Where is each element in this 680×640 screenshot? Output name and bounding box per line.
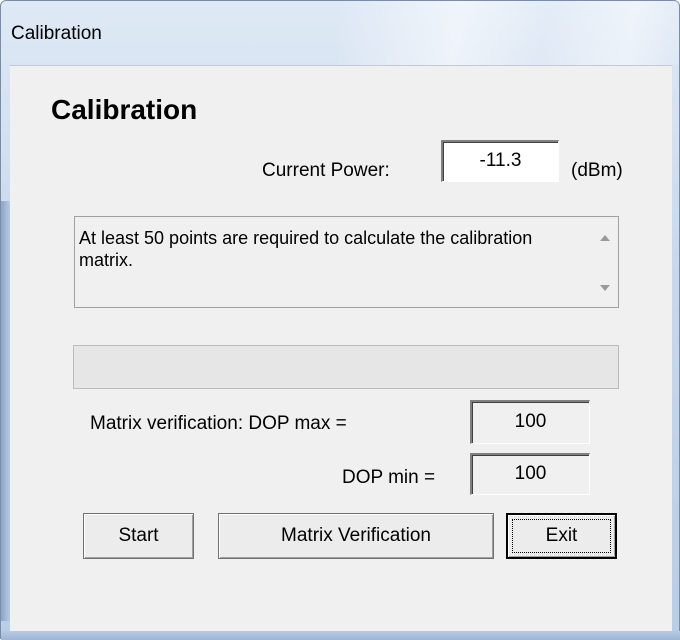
message-text: At least 50 points are required to calcu… [79, 228, 533, 270]
dop-min-label: DOP min = [342, 467, 436, 488]
title-bar[interactable]: Calibration [1, 1, 679, 65]
window-title: Calibration [11, 23, 102, 44]
current-power-value: -11.3 [479, 150, 522, 171]
dop-max-value: 100 [514, 411, 547, 432]
current-power-field[interactable]: -11.3 [441, 140, 559, 182]
frame-left-edge [1, 201, 10, 621]
title-bar-sheen [339, 1, 679, 65]
dop-min-value: 100 [514, 463, 547, 484]
message-scrollbar[interactable] [594, 219, 616, 305]
current-power-label: Current Power: [262, 160, 390, 181]
matrix-verification-button[interactable]: Matrix Verification [218, 513, 494, 559]
exit-button[interactable]: Exit [506, 513, 617, 559]
dop-max-field: 100 [470, 400, 590, 444]
scroll-up-icon[interactable] [600, 235, 610, 241]
current-power-unit: (dBm) [571, 160, 623, 181]
calibration-progress-bar [73, 345, 619, 389]
scroll-down-icon[interactable] [600, 285, 610, 291]
start-button[interactable]: Start [83, 513, 194, 559]
exit-button-label: Exit [545, 525, 578, 546]
dop-min-field: 100 [470, 453, 590, 495]
page-title: Calibration [51, 94, 198, 125]
message-box[interactable]: At least 50 points are required to calcu… [74, 216, 619, 308]
dop-max-label: Matrix verification: DOP max = [90, 413, 347, 434]
